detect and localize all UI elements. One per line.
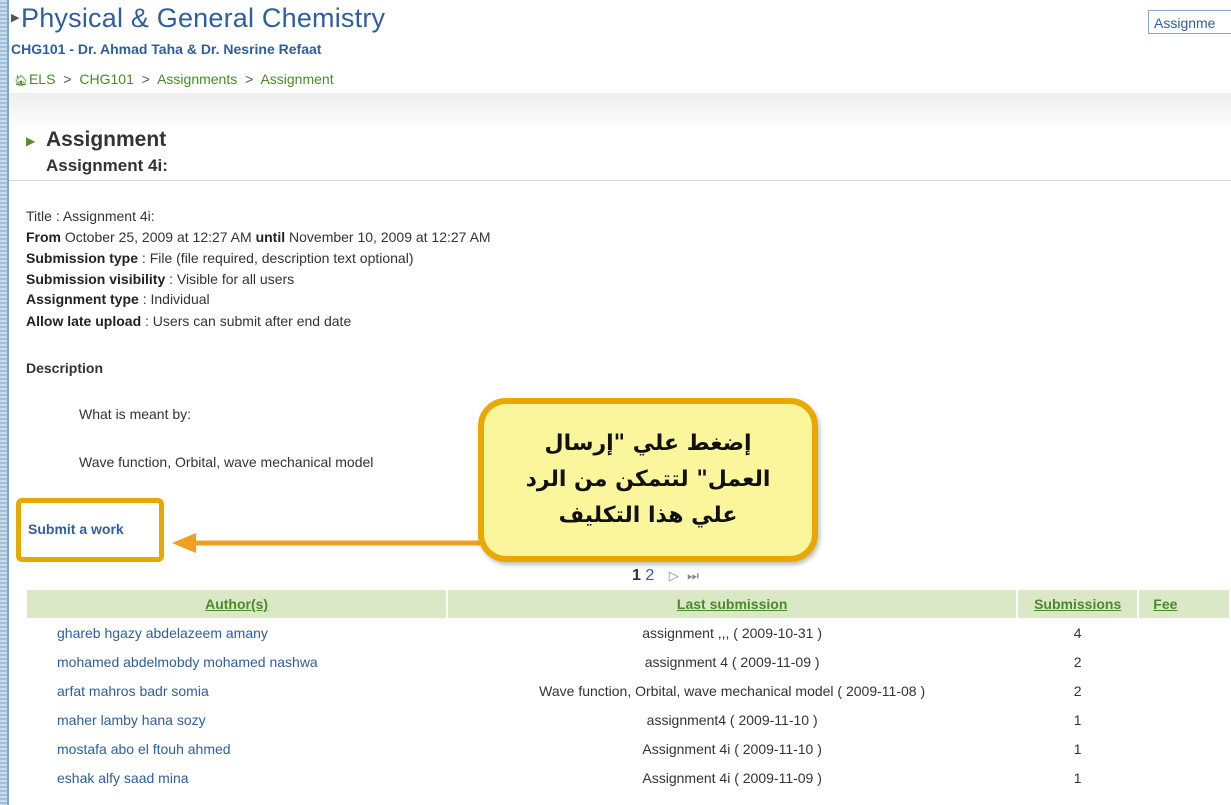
row-feedback bbox=[1138, 618, 1230, 647]
table-row: mohamed abdelmobdy mohamed nashwa assign… bbox=[27, 647, 1230, 676]
row-feedback bbox=[1138, 705, 1230, 734]
row-last-submission[interactable]: Wave function, Orbital, wave mechanical … bbox=[447, 676, 1017, 705]
table-row: arfat mahros badr somia Wave function, O… bbox=[27, 676, 1230, 705]
row-author[interactable]: maher lamby hana sozy bbox=[27, 705, 447, 734]
column-submissions[interactable]: Submissions bbox=[1017, 590, 1140, 618]
callout-arrow-head bbox=[172, 533, 196, 553]
row-submissions: 4 bbox=[1073, 624, 1082, 641]
table-header-row: Author(s) Last submission Submissions Fe… bbox=[27, 590, 1231, 618]
column-feedback[interactable]: Fee bbox=[1138, 590, 1231, 618]
row-author[interactable]: arfat mahros badr somia bbox=[27, 676, 447, 705]
table-row: eshak alfy saad mina Assignment 4i ( 200… bbox=[27, 763, 1230, 792]
row-feedback bbox=[1138, 647, 1230, 676]
row-feedback bbox=[1138, 763, 1230, 792]
row-last-submission[interactable]: assignment ,,, ( 2009-10-31 ) bbox=[447, 618, 1017, 647]
row-submissions: 2 bbox=[1073, 653, 1082, 670]
table-row: maher lamby hana sozy assignment4 ( 2009… bbox=[27, 705, 1230, 734]
row-author[interactable]: mostafa abo el ftouh ahmed bbox=[27, 734, 447, 763]
row-last-submission[interactable]: Assignment 4i ( 2009-11-10 ) bbox=[447, 734, 1017, 763]
table-row: ghareb hgazy abdelazeem amany assignment… bbox=[27, 618, 1230, 647]
table-row: mostafa abo el ftouh ahmed Assignment 4i… bbox=[27, 734, 1230, 763]
page-2-link[interactable]: 2 bbox=[645, 567, 654, 584]
row-submissions: 1 bbox=[1073, 711, 1082, 728]
column-author[interactable]: Author(s) bbox=[27, 590, 449, 618]
page-current: 1 bbox=[632, 567, 641, 584]
row-submissions: 2 bbox=[1073, 682, 1082, 699]
row-feedback bbox=[1138, 676, 1230, 705]
instruction-callout: إضغط علي "إرسال العمل" لتتمكن من الرد عل… bbox=[478, 398, 818, 562]
row-author[interactable]: mohamed abdelmobdy mohamed nashwa bbox=[27, 647, 447, 676]
column-last-submission[interactable]: Last submission bbox=[447, 590, 1019, 618]
submissions-table: Author(s) Last submission Submissions Fe… bbox=[27, 590, 1231, 792]
last-page-icon[interactable]: ⏭ bbox=[687, 568, 699, 583]
row-last-submission[interactable]: assignment4 ( 2009-11-10 ) bbox=[447, 705, 1017, 734]
row-author[interactable]: ghareb hgazy abdelazeem amany bbox=[27, 618, 447, 647]
row-submissions: 1 bbox=[1073, 740, 1082, 757]
row-submissions: 1 bbox=[1073, 769, 1082, 786]
next-page-icon[interactable]: ▷ bbox=[669, 568, 679, 583]
callout-text: إضغط علي "إرسال العمل" لتتمكن من الرد عل… bbox=[525, 431, 771, 528]
row-author[interactable]: eshak alfy saad mina bbox=[27, 763, 447, 792]
pagination: 1 2 ▷ ⏭ bbox=[632, 567, 699, 585]
row-last-submission[interactable]: assignment 4 ( 2009-11-09 ) bbox=[447, 647, 1017, 676]
row-feedback bbox=[1138, 734, 1230, 763]
row-last-submission[interactable]: Assignment 4i ( 2009-11-09 ) bbox=[447, 763, 1017, 792]
